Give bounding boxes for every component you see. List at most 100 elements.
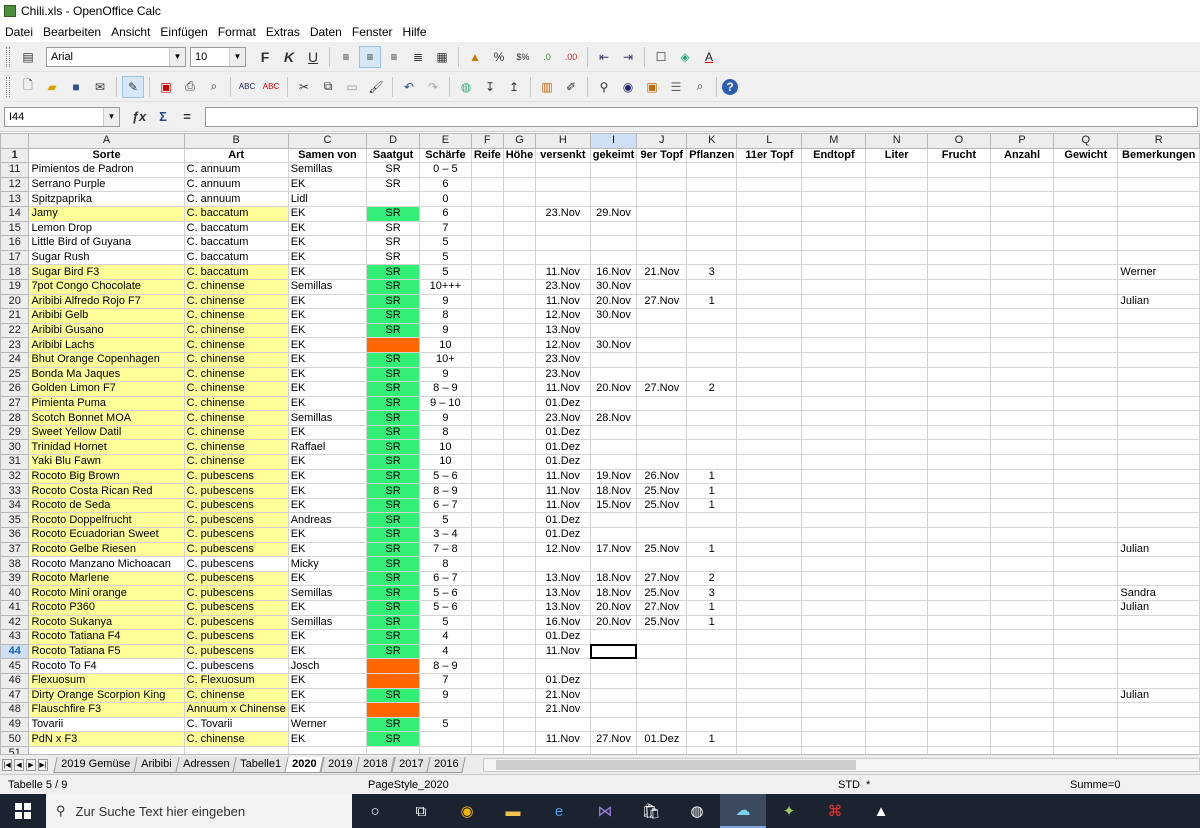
- cell[interactable]: [865, 687, 928, 704]
- cell[interactable]: [470, 643, 504, 660]
- cell[interactable]: [989, 556, 1055, 572]
- cell[interactable]: [589, 702, 638, 718]
- row-header[interactable]: 32: [0, 468, 30, 485]
- cell[interactable]: [686, 702, 738, 718]
- cell[interactable]: 5: [418, 614, 472, 631]
- cell[interactable]: [470, 191, 504, 207]
- cell[interactable]: 10: [418, 439, 472, 456]
- cell[interactable]: [502, 220, 537, 237]
- cell[interactable]: [28, 745, 185, 754]
- cell[interactable]: [636, 235, 688, 251]
- cell[interactable]: [801, 527, 867, 543]
- cell[interactable]: [736, 702, 803, 718]
- cell[interactable]: Werner: [1117, 264, 1200, 280]
- cell[interactable]: 30.Nov: [589, 337, 638, 353]
- cell[interactable]: [989, 410, 1055, 426]
- cell[interactable]: [502, 191, 537, 207]
- cell[interactable]: 27.Nov: [636, 570, 688, 587]
- cell[interactable]: [1053, 191, 1119, 207]
- cell[interactable]: [1053, 629, 1119, 645]
- cell[interactable]: Sandra: [1117, 585, 1200, 601]
- row-header[interactable]: 36: [0, 527, 30, 543]
- menu-fenster[interactable]: Fenster: [347, 25, 398, 39]
- cell[interactable]: [418, 745, 472, 754]
- cell[interactable]: [926, 468, 991, 485]
- cell[interactable]: [989, 527, 1055, 543]
- cell[interactable]: [366, 702, 420, 718]
- cell[interactable]: EK: [287, 454, 368, 470]
- row-header[interactable]: 34: [0, 497, 30, 514]
- cell[interactable]: [926, 454, 991, 470]
- cell[interactable]: [589, 629, 638, 645]
- cell[interactable]: C. pubescens: [183, 600, 289, 616]
- cell[interactable]: 18.Nov: [589, 483, 638, 499]
- data-sources-icon[interactable]: ☰: [665, 76, 687, 98]
- cell[interactable]: [366, 191, 420, 207]
- cell[interactable]: [865, 264, 928, 280]
- cell[interactable]: [470, 556, 504, 572]
- cell[interactable]: [736, 308, 803, 324]
- cell[interactable]: [1053, 672, 1119, 689]
- cell[interactable]: [865, 278, 928, 295]
- column-header[interactable]: J: [636, 133, 688, 149]
- cell[interactable]: SR: [366, 351, 420, 368]
- cell[interactable]: [801, 278, 867, 295]
- header-cell[interactable]: gekeimt: [589, 147, 638, 164]
- cell[interactable]: 10: [418, 337, 472, 353]
- cell[interactable]: C. Tovarii: [183, 716, 289, 733]
- cell[interactable]: [589, 249, 638, 266]
- merge-cells-icon[interactable]: ▦: [431, 46, 453, 68]
- cell[interactable]: [736, 424, 803, 441]
- cell[interactable]: [1053, 731, 1119, 747]
- cell[interactable]: [470, 322, 504, 339]
- cell[interactable]: [502, 600, 537, 616]
- cell[interactable]: C. pubescens: [183, 541, 289, 558]
- cell[interactable]: 20.Nov: [589, 381, 638, 397]
- cell[interactable]: [989, 191, 1055, 207]
- cell[interactable]: Rocoto Marlene: [28, 570, 185, 587]
- cell[interactable]: SR: [366, 600, 420, 616]
- cell[interactable]: [989, 205, 1055, 222]
- cell[interactable]: [801, 687, 867, 704]
- toolbar-grip[interactable]: [6, 46, 10, 67]
- cell[interactable]: [1117, 176, 1200, 193]
- header-cell[interactable]: Höhe: [502, 147, 537, 164]
- cell[interactable]: Dirty Orange Scorpion King: [28, 687, 185, 704]
- cell[interactable]: C. baccatum: [183, 235, 289, 251]
- cell[interactable]: C. pubescens: [183, 585, 289, 601]
- header-cell[interactable]: Schärfe: [418, 147, 472, 164]
- row-header[interactable]: 42: [0, 614, 30, 631]
- cell[interactable]: [736, 687, 803, 704]
- cell[interactable]: [589, 643, 638, 660]
- windows-start-button[interactable]: [0, 794, 46, 828]
- cell[interactable]: [736, 220, 803, 237]
- cell[interactable]: [801, 264, 867, 280]
- cell[interactable]: Julian: [1117, 293, 1200, 310]
- cell[interactable]: [926, 308, 991, 324]
- cell[interactable]: [1117, 614, 1200, 631]
- cell[interactable]: Tovarii: [28, 716, 185, 733]
- photos-icon[interactable]: ▲: [858, 794, 904, 828]
- last-sheet-icon[interactable]: ▶|: [38, 758, 48, 771]
- sort-descending-icon[interactable]: ↥: [503, 76, 525, 98]
- header-cell[interactable]: Bemerkungen: [1117, 147, 1200, 164]
- cell[interactable]: Lidl: [287, 191, 368, 207]
- cell[interactable]: [470, 600, 504, 616]
- increase-indent-icon[interactable]: ⇥: [617, 46, 639, 68]
- cell[interactable]: [926, 235, 991, 251]
- cell[interactable]: [865, 220, 928, 237]
- cell[interactable]: EK: [287, 264, 368, 280]
- cell[interactable]: Jamy: [28, 205, 185, 222]
- cell[interactable]: [801, 556, 867, 572]
- cell[interactable]: SR: [366, 497, 420, 514]
- cell[interactable]: C. chinense: [183, 337, 289, 353]
- cell[interactable]: [865, 556, 928, 572]
- cell[interactable]: 7pot Congo Chocolate: [28, 278, 185, 295]
- cell[interactable]: SR: [366, 483, 420, 499]
- cell[interactable]: 1: [686, 614, 738, 631]
- row-header[interactable]: 33: [0, 483, 30, 499]
- cell[interactable]: 7: [418, 672, 472, 689]
- sheet-tab[interactable]: 2018: [355, 756, 396, 773]
- row-header[interactable]: 38: [0, 556, 30, 572]
- cell[interactable]: 21.Nov: [636, 264, 688, 280]
